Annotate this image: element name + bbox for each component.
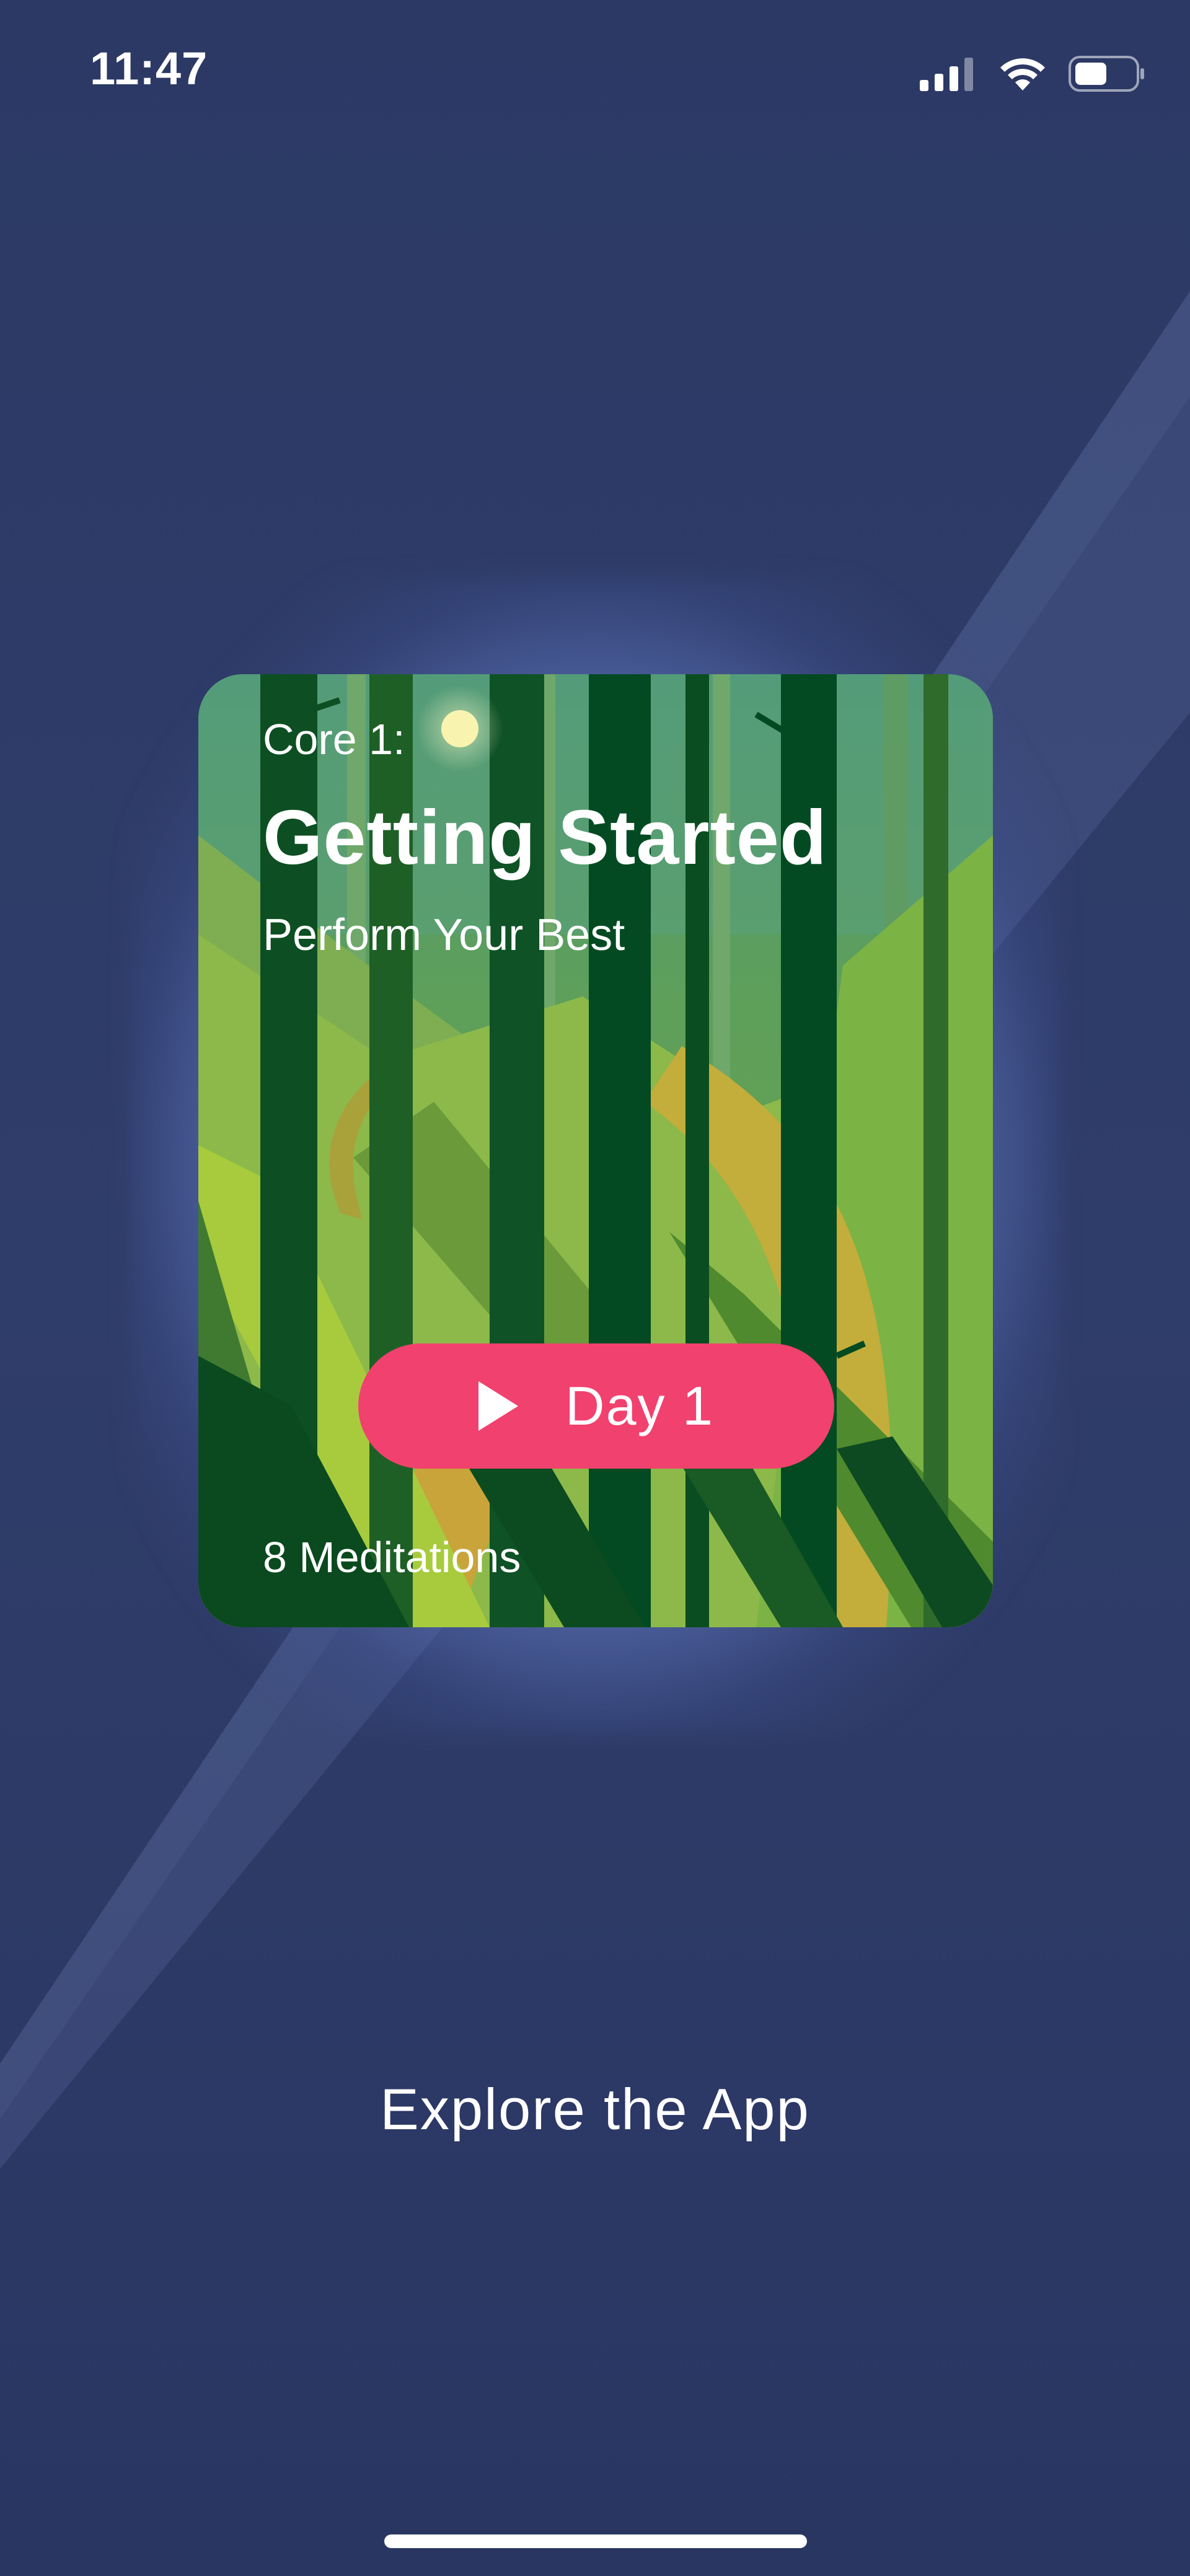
onboarding-screen: 11:47 Core 1: Getting Started Perform Yo… bbox=[0, 0, 1190, 2576]
status-icons bbox=[920, 52, 1145, 95]
card-title: Getting Started bbox=[263, 795, 827, 881]
wifi-icon bbox=[1000, 58, 1045, 90]
home-indicator[interactable] bbox=[384, 2534, 807, 2548]
cellular-signal-icon bbox=[920, 58, 973, 91]
card-eyebrow: Core 1: bbox=[263, 715, 405, 763]
play-day-button[interactable]: Day 1 bbox=[358, 1343, 834, 1469]
status-bar: 11:47 bbox=[0, 0, 1190, 149]
play-icon bbox=[478, 1381, 519, 1431]
status-time: 11:47 bbox=[90, 43, 208, 94]
play-button-label: Day 1 bbox=[565, 1375, 714, 1436]
course-card[interactable]: Core 1: Getting Started Perform Your Bes… bbox=[198, 674, 993, 1627]
card-subtitle: Perform Your Best bbox=[263, 910, 625, 960]
explore-app-link[interactable]: Explore the App bbox=[0, 2076, 1190, 2143]
battery-icon bbox=[1069, 56, 1144, 92]
meditation-count: 8 Meditations bbox=[263, 1533, 521, 1581]
